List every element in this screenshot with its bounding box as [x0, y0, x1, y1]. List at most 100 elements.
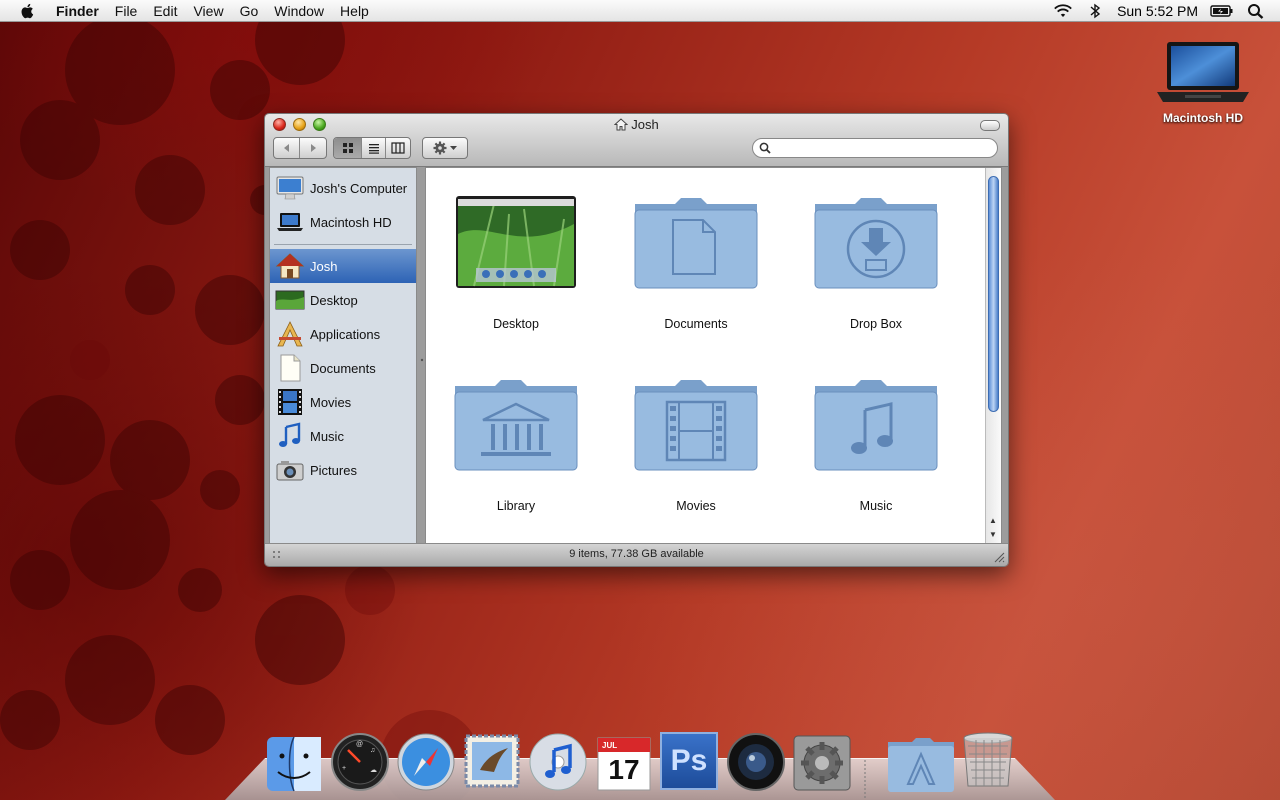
forward-button[interactable]	[300, 138, 326, 158]
file-item-label: Drop Box	[849, 317, 903, 331]
search-icon	[759, 142, 771, 154]
aperture-icon[interactable]	[726, 732, 786, 792]
menu-finder[interactable]: Finder	[48, 0, 107, 22]
window-body: Josh's Computer Macintosh HD Josh Deskto…	[265, 167, 1008, 544]
dashboard-icon[interactable]: @ ♫ + ☁	[330, 732, 390, 792]
menu-edit[interactable]: Edit	[145, 0, 185, 22]
menu-view[interactable]: View	[185, 0, 231, 22]
photoshop-icon[interactable]: Ps	[660, 732, 718, 790]
file-item-music[interactable]: Music	[796, 376, 956, 513]
sidebar-item-applications[interactable]: Applications	[270, 317, 416, 351]
sidebar-item-music[interactable]: Music	[270, 419, 416, 453]
menu-clock[interactable]: Sun 5:52 PM	[1111, 3, 1204, 19]
file-item-label: Desktop	[493, 317, 539, 331]
computer-icon	[276, 176, 304, 200]
action-menu-button[interactable]	[423, 138, 467, 158]
laptop-icon	[277, 213, 303, 231]
chevron-down-icon	[449, 146, 457, 150]
music-folder-icon	[814, 380, 938, 471]
file-item-label: Movies	[676, 499, 716, 513]
library-folder-icon	[454, 380, 578, 471]
wifi-icon[interactable]	[1053, 3, 1073, 19]
sidebar-item-label: Josh's Computer	[310, 180, 408, 196]
sidebar-item-josh[interactable]: Josh	[270, 249, 416, 283]
dock: @ ♫ + ☁ JUL 17 Ps	[0, 728, 1280, 800]
applications-stack-icon[interactable]	[886, 734, 956, 794]
back-button[interactable]	[274, 138, 300, 158]
sidebar-separator	[274, 244, 412, 245]
window-title: Josh	[265, 117, 1008, 132]
scroll-up-arrow[interactable]: ▲	[989, 516, 997, 525]
status-bar: 9 items, 77.38 GB available	[265, 543, 1008, 566]
menu-file[interactable]: File	[107, 0, 146, 22]
action-menu	[422, 137, 468, 159]
sidebar-item-label: Josh	[310, 258, 338, 274]
toolbar-toggle-button[interactable]	[980, 120, 1000, 131]
sidebar-item-label: Macintosh HD	[310, 214, 392, 230]
ical-icon[interactable]: JUL 17	[594, 732, 654, 792]
safari-icon[interactable]	[396, 732, 456, 792]
music-icon	[279, 422, 301, 447]
list-view-button[interactable]	[362, 138, 386, 158]
sidebar-drag-handle[interactable]	[271, 549, 283, 561]
sidebar: Josh's Computer Macintosh HD Josh Deskto…	[269, 167, 417, 544]
list-view-icon	[368, 144, 379, 154]
search-field[interactable]	[752, 138, 998, 158]
column-view-button[interactable]	[386, 138, 410, 158]
sidebar-item-label: Movies	[310, 394, 352, 410]
sidebar-item-macintosh-hd[interactable]: Macintosh HD	[270, 205, 416, 239]
sidebar-item-movies[interactable]: Movies	[270, 385, 416, 419]
file-item-label: Music	[859, 499, 893, 513]
desktop-macintosh-hd[interactable]: Macintosh HD	[1148, 40, 1258, 125]
svg-text:♫: ♫	[370, 747, 375, 754]
laptop-icon	[1157, 42, 1249, 102]
file-item-label: Documents	[664, 317, 728, 331]
back-arrow-icon	[283, 144, 289, 152]
finder-icon[interactable]	[264, 734, 324, 794]
documents-icon	[280, 354, 301, 382]
file-browser: Desktop Documents Drop Box Library Movie…	[425, 167, 1002, 544]
mail-icon[interactable]	[462, 730, 522, 790]
menu-help[interactable]: Help	[332, 0, 377, 22]
sidebar-item-label: Documents	[310, 360, 376, 376]
sidebar-item-label: Desktop	[310, 292, 358, 308]
trash-icon[interactable]	[958, 730, 1018, 790]
battery-icon[interactable]	[1210, 3, 1234, 19]
file-item-library[interactable]: Library	[436, 376, 596, 513]
file-item-documents[interactable]: Documents	[616, 194, 776, 331]
sidebar-item-pictures[interactable]: Pictures	[270, 453, 416, 487]
file-item-desktop[interactable]: Desktop	[436, 194, 596, 331]
menu-window[interactable]: Window	[266, 0, 332, 22]
sidebar-resize-handle[interactable]	[420, 357, 424, 363]
window-title-text: Josh	[631, 117, 659, 132]
file-item-drop-box[interactable]: Drop Box	[796, 194, 956, 331]
sidebar-item-label: Pictures	[310, 462, 357, 478]
column-view-icon	[391, 142, 405, 154]
desktop-folder-icon	[456, 196, 576, 288]
system-preferences-icon[interactable]	[792, 732, 852, 792]
photoshop-label: Ps	[670, 744, 708, 777]
apple-icon[interactable]	[18, 2, 38, 20]
scroll-down-arrow[interactable]: ▼	[989, 530, 997, 539]
resize-grip[interactable]	[993, 551, 1005, 563]
bluetooth-icon[interactable]	[1085, 3, 1105, 19]
vertical-scrollbar[interactable]: ▲ ▼	[985, 168, 1001, 543]
icon-view-button[interactable]	[334, 138, 362, 158]
sidebar-item-documents[interactable]: Documents	[270, 351, 416, 385]
svg-text:@: @	[356, 741, 363, 748]
applications-icon	[277, 321, 303, 347]
window-titlebar[interactable]: Josh	[265, 114, 1008, 167]
spotlight-icon[interactable]	[1246, 3, 1266, 19]
menu-go[interactable]: Go	[232, 0, 267, 22]
search-input[interactable]	[775, 140, 979, 156]
itunes-icon[interactable]	[528, 732, 588, 792]
sidebar-item-joshs-computer[interactable]: Josh's Computer	[270, 171, 416, 205]
svg-text:+: +	[342, 765, 346, 772]
sidebar-item-label: Music	[310, 428, 344, 444]
scrollbar-thumb[interactable]	[988, 176, 999, 412]
sidebar-item-label: Applications	[310, 326, 381, 342]
ical-month: JUL	[602, 741, 618, 750]
gear-icon	[433, 141, 446, 155]
sidebar-item-desktop[interactable]: Desktop	[270, 283, 416, 317]
file-item-movies[interactable]: Movies	[616, 376, 776, 513]
